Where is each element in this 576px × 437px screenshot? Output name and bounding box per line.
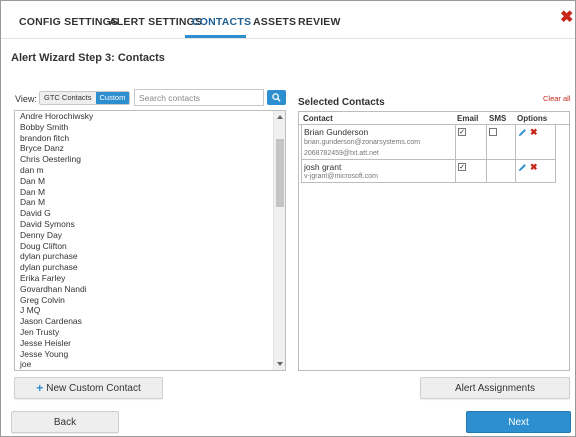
list-item[interactable]: Jen Trusty: [20, 327, 285, 338]
contact-list-scrollbar[interactable]: [273, 111, 285, 370]
list-item[interactable]: David G: [20, 208, 285, 219]
list-item[interactable]: dan m: [20, 165, 285, 176]
list-item[interactable]: Dan M: [20, 187, 285, 198]
cell-divider: [486, 160, 487, 182]
email-checkbox[interactable]: ✓: [458, 128, 466, 136]
contact-email: v-jgrant@microsoft.com: [304, 173, 379, 180]
contact-name: josh grant: [304, 162, 342, 172]
column-email: Email: [457, 114, 479, 123]
tab-alert-settings[interactable]: ALERT SETTINGS: [109, 16, 202, 28]
list-item[interactable]: Andre Horochiwsky: [20, 111, 285, 122]
cell-divider: [515, 125, 516, 159]
column-sms: SMS: [489, 114, 507, 123]
list-item[interactable]: Doug Clifton: [20, 241, 285, 252]
scroll-up-icon[interactable]: [277, 115, 283, 119]
next-button[interactable]: Next: [466, 411, 571, 433]
table-row: josh grant v-jgrant@microsoft.com ✓ ✖: [301, 159, 556, 183]
list-item[interactable]: Denny Day: [20, 230, 285, 241]
selected-contacts-title: Selected Contacts: [298, 97, 385, 108]
selected-contacts-table: Contact Email SMS Options Brian Gunderso…: [298, 111, 570, 371]
close-icon[interactable]: ✖: [560, 10, 573, 26]
new-custom-contact-button[interactable]: + New Custom Contact: [14, 377, 163, 399]
list-item[interactable]: Bobby Smith: [20, 122, 285, 133]
list-item[interactable]: Jesse Young: [20, 349, 285, 360]
contact-list: Andre Horochiwsky Bobby Smith brandon fitc…: [14, 110, 286, 371]
delete-icon[interactable]: ✖: [530, 128, 538, 137]
list-item[interactable]: Dan M: [20, 197, 285, 208]
cell-divider: [515, 160, 516, 182]
cell-divider: [486, 125, 487, 159]
list-item[interactable]: dylan purchase: [20, 251, 285, 262]
contact-name: Brian Gunderson: [304, 127, 369, 137]
scroll-down-icon[interactable]: [277, 362, 283, 366]
delete-icon[interactable]: ✖: [530, 163, 538, 172]
contact-email: brian.gunderson@zonarsystems.com: [304, 139, 421, 146]
sms-checkbox[interactable]: [489, 128, 497, 136]
wizard-tabs: CONFIG SETTINGS ALERT SETTINGS CONTACTS …: [1, 1, 575, 39]
list-item[interactable]: Chris Oesterling: [20, 154, 285, 165]
list-item[interactable]: Erika Farley: [20, 273, 285, 284]
list-item[interactable]: Dan M: [20, 176, 285, 187]
column-contact: Contact: [303, 114, 333, 123]
new-custom-contact-label: New Custom Contact: [46, 382, 141, 394]
list-item[interactable]: Govardhan Nandi: [20, 284, 285, 295]
view-option-gtc-contacts[interactable]: GTC Contacts: [40, 92, 96, 104]
contact-list-items: Andre Horochiwsky Bobby Smith brandon fitc…: [15, 111, 285, 370]
tabs-divider: [1, 38, 575, 39]
pencil-icon[interactable]: [518, 163, 527, 172]
alert-assignments-button[interactable]: Alert Assignments: [420, 377, 570, 399]
table-row: Brian Gunderson brian.gunderson@zonarsys…: [301, 124, 556, 160]
list-item[interactable]: Jesse Heisler: [20, 338, 285, 349]
list-item[interactable]: brandon fitch: [20, 133, 285, 144]
list-item[interactable]: Greg Colvin: [20, 295, 285, 306]
cell-divider: [455, 125, 456, 159]
page-title: Alert Wizard Step 3: Contacts: [11, 52, 165, 64]
list-item[interactable]: joe: [20, 359, 285, 370]
list-item[interactable]: dylan purchase: [20, 262, 285, 273]
list-item[interactable]: Bryce Danz: [20, 143, 285, 154]
alert-wizard-dialog: CONFIG SETTINGS ALERT SETTINGS CONTACTS …: [0, 0, 576, 437]
view-option-custom[interactable]: Custom: [95, 92, 130, 104]
search-input[interactable]: [134, 89, 264, 106]
tab-config-settings[interactable]: CONFIG SETTINGS: [19, 16, 118, 28]
search-button[interactable]: [267, 90, 286, 105]
plus-icon: +: [36, 381, 44, 395]
list-item[interactable]: Jason Cardenas: [20, 316, 285, 327]
view-label: View:: [15, 94, 37, 104]
tab-contacts[interactable]: CONTACTS: [192, 16, 251, 28]
contact-sms: 2068782459@txt.att.net: [304, 150, 379, 157]
back-button[interactable]: Back: [11, 411, 119, 433]
list-item[interactable]: David Symons: [20, 219, 285, 230]
clear-all-link[interactable]: Clear all: [543, 94, 571, 103]
pencil-icon[interactable]: [518, 128, 527, 137]
tab-review[interactable]: REVIEW: [298, 16, 341, 28]
search-icon: [272, 93, 281, 102]
tab-assets[interactable]: ASSETS: [253, 16, 296, 28]
list-item[interactable]: J MQ: [20, 305, 285, 316]
cell-divider: [455, 160, 456, 182]
scroll-thumb[interactable]: [276, 139, 284, 207]
email-checkbox[interactable]: ✓: [458, 163, 466, 171]
view-toggle: GTC Contacts Custom: [39, 91, 131, 105]
column-options: Options: [517, 114, 548, 123]
